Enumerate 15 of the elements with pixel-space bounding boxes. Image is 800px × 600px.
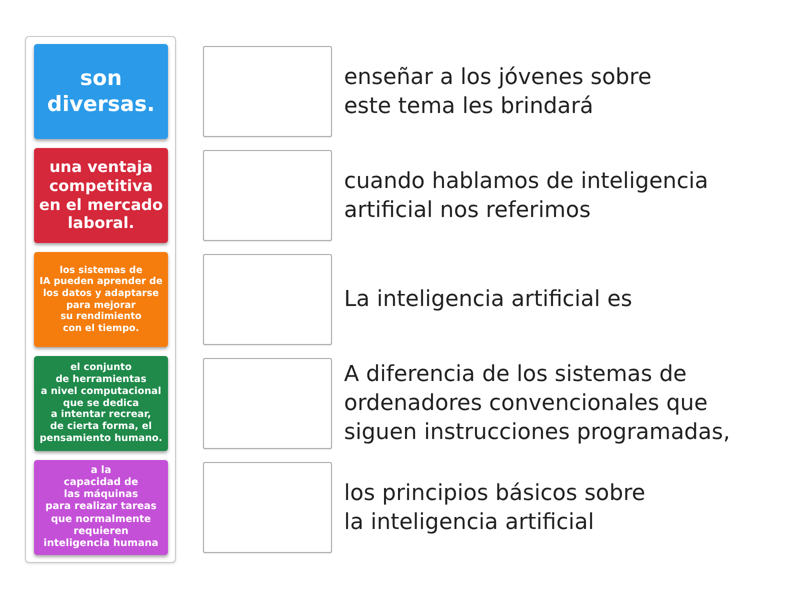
answer-tile[interactable]: el conjunto de herramientas a nivel computacional que se dedica a intentar recrear, de cierta forma, el pensamiento humano. bbox=[34, 356, 168, 451]
prompt-text: enseñar a los jóvenes sobre este tema les brindará bbox=[344, 64, 652, 120]
prompt-text: cuando hablamos de inteligencia artificial nos referimos bbox=[344, 168, 708, 224]
answer-tile[interactable]: son diversas. bbox=[34, 44, 168, 139]
drop-box[interactable] bbox=[203, 462, 332, 553]
prompt-text: A diferencia de los sistemas de ordenadores convencionales que siguen instrucciones programadas, bbox=[344, 361, 730, 447]
drop-box[interactable] bbox=[203, 46, 332, 137]
answer-tile[interactable]: una ventaja competitiva en el mercado laboral. bbox=[34, 148, 168, 243]
answer-tile[interactable]: los sistemas de IA pueden aprender de los datos y adaptarse para mejorar su rendimiento con el tiempo. bbox=[34, 252, 168, 347]
prompt-text: La inteligencia artificial es bbox=[344, 286, 632, 314]
drop-box[interactable] bbox=[203, 358, 332, 449]
prompt-text: los principios básicos sobre la inteligencia artificial bbox=[344, 480, 646, 536]
drop-box[interactable] bbox=[203, 254, 332, 345]
drop-box[interactable] bbox=[203, 150, 332, 241]
answer-tile[interactable]: a la capacidad de las máquinas para realizar tareas que normalmente requieren inteligencia humana bbox=[34, 460, 168, 555]
